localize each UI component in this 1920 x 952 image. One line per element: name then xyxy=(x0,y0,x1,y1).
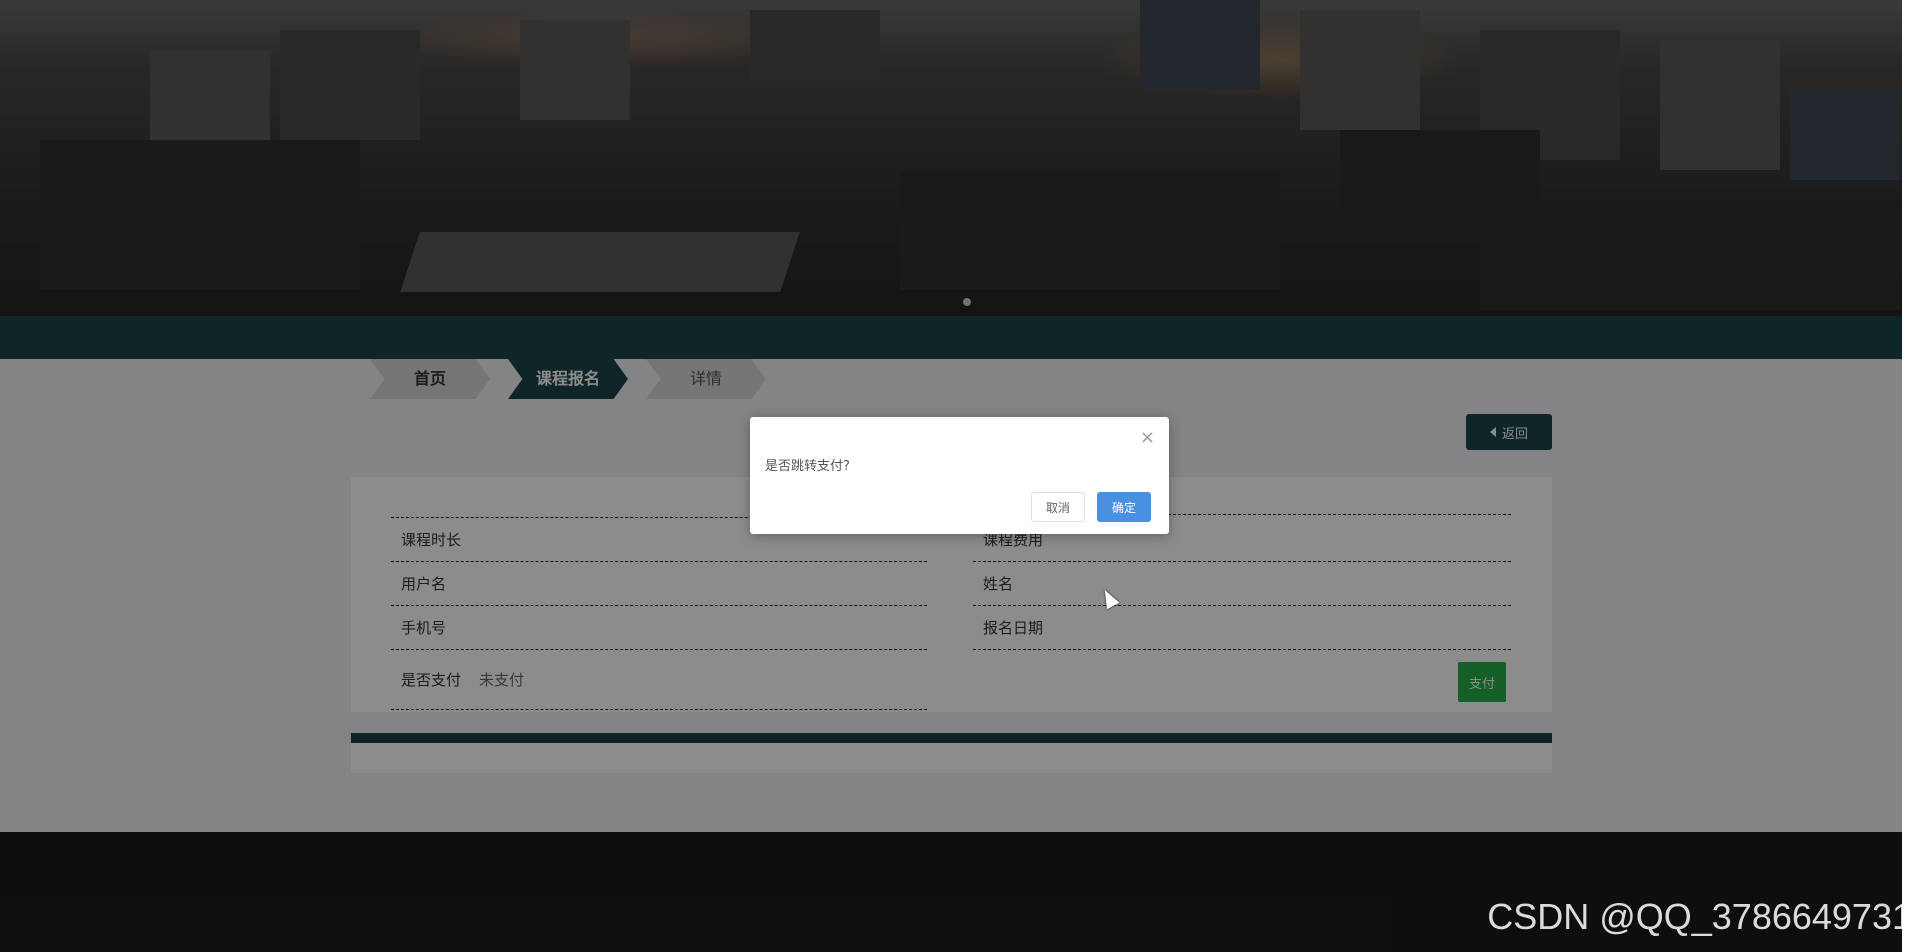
confirm-button[interactable]: 确定 xyxy=(1097,492,1151,522)
confirm-dialog: × 是否跳转支付? 取消 确定 xyxy=(750,417,1169,534)
cancel-button[interactable]: 取消 xyxy=(1031,492,1085,522)
scrollbar-track[interactable] xyxy=(1902,0,1920,952)
dialog-message: 是否跳转支付? xyxy=(765,459,850,474)
watermark: CSDN @QQ_3786649731 xyxy=(1487,896,1912,937)
close-icon[interactable]: × xyxy=(1140,429,1155,447)
